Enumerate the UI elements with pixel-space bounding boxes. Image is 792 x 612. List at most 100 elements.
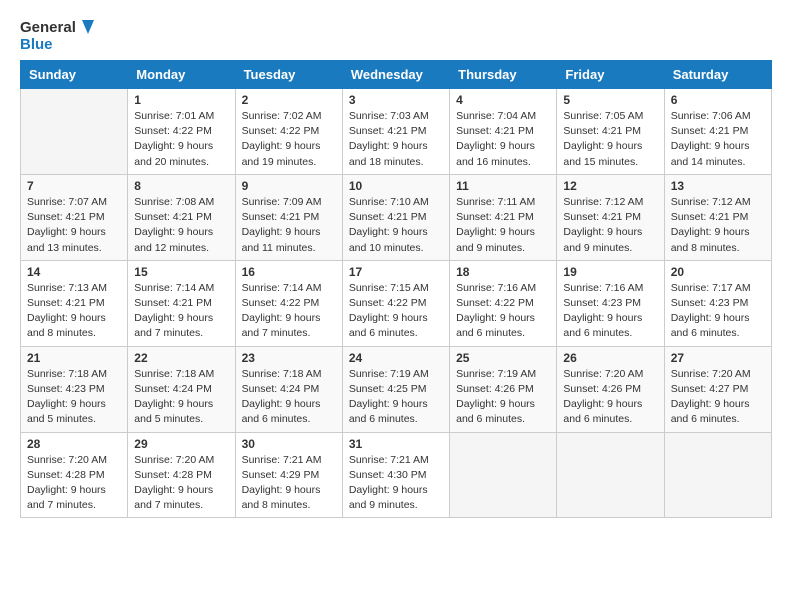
calendar-cell: 3Sunrise: 7:03 AMSunset: 4:21 PMDaylight… bbox=[342, 89, 449, 175]
daylight-text: Daylight: 9 hours bbox=[563, 312, 642, 324]
daylight-text: Daylight: 9 hours bbox=[27, 226, 106, 238]
daylight-text: and 8 minutes. bbox=[671, 242, 740, 254]
sunset-text: Sunset: 4:24 PM bbox=[242, 383, 320, 395]
sunrise-text: Sunrise: 7:19 AM bbox=[456, 368, 536, 380]
day-info: Sunrise: 7:12 AMSunset: 4:21 PMDaylight:… bbox=[671, 195, 765, 256]
logo: GeneralBlue bbox=[20, 16, 100, 52]
day-number: 21 bbox=[27, 351, 121, 365]
calendar-header-row: SundayMondayTuesdayWednesdayThursdayFrid… bbox=[21, 61, 772, 89]
day-info: Sunrise: 7:18 AMSunset: 4:23 PMDaylight:… bbox=[27, 367, 121, 428]
day-info: Sunrise: 7:03 AMSunset: 4:21 PMDaylight:… bbox=[349, 109, 443, 170]
sunset-text: Sunset: 4:21 PM bbox=[563, 125, 641, 137]
daylight-text: Daylight: 9 hours bbox=[134, 398, 213, 410]
calendar-week-row: 28Sunrise: 7:20 AMSunset: 4:28 PMDayligh… bbox=[21, 432, 772, 518]
day-info: Sunrise: 7:21 AM Sunset: 4:29 PM Daylight:… bbox=[242, 453, 336, 514]
day-number: 31 bbox=[349, 437, 443, 451]
day-number: 11 bbox=[456, 179, 550, 193]
page-header: GeneralBlue bbox=[20, 16, 772, 52]
daylight-text: and 8 minutes. bbox=[242, 499, 311, 511]
sunset-text: Sunset: 4:22 PM bbox=[242, 125, 320, 137]
daylight-text: Daylight: 9 hours bbox=[563, 398, 642, 410]
daylight-text: and 15 minutes. bbox=[563, 156, 638, 168]
daylight-text: and 14 minutes. bbox=[671, 156, 746, 168]
sunrise-text: Sunrise: 7:04 AM bbox=[456, 110, 536, 122]
day-number: 19 bbox=[563, 265, 657, 279]
day-info: Sunrise: 7:10 AMSunset: 4:21 PMDaylight:… bbox=[349, 195, 443, 256]
day-info: Sunrise: 7:20 AMSunset: 4:28 PMDaylight:… bbox=[134, 453, 228, 514]
daylight-text: and 7 minutes. bbox=[27, 499, 96, 511]
daylight-text: Daylight: 9 hours bbox=[456, 140, 535, 152]
day-number: 23 bbox=[242, 351, 336, 365]
calendar-cell: 31 Sunrise: 7:21 AMSunset: 4:30 PMDayligh… bbox=[342, 432, 449, 518]
weekday-header: Tuesday bbox=[235, 61, 342, 89]
sunrise-text: Sunrise: 7:10 AM bbox=[349, 196, 429, 208]
daylight-text: Daylight: 9 hours bbox=[349, 312, 428, 324]
day-number: 15 bbox=[134, 265, 228, 279]
weekday-header: Saturday bbox=[664, 61, 771, 89]
sunrise-text: Sunrise: 7:20 AM bbox=[27, 454, 107, 466]
sunrise-text: Sunrise: 7:09 AM bbox=[242, 196, 322, 208]
sunset-text: Sunset: 4:21 PM bbox=[456, 211, 534, 223]
daylight-text: and 19 minutes. bbox=[242, 156, 317, 168]
daylight-text: and 8 minutes. bbox=[27, 327, 96, 339]
sunset-text: Sunset: 4:23 PM bbox=[563, 297, 641, 309]
calendar-cell: 22Sunrise: 7:18 AMSunset: 4:24 PMDayligh… bbox=[128, 346, 235, 432]
day-number: 22 bbox=[134, 351, 228, 365]
calendar-cell: 20Sunrise: 7:17 AMSunset: 4:23 PMDayligh… bbox=[664, 260, 771, 346]
calendar-cell: 19Sunrise: 7:16 AMSunset: 4:23 PMDayligh… bbox=[557, 260, 664, 346]
daylight-text: and 5 minutes. bbox=[27, 413, 96, 425]
day-info: Sunrise: 7:01 AMSunset: 4:22 PMDaylight:… bbox=[134, 109, 228, 170]
sunset-text: Sunset: 4:29 PM bbox=[242, 469, 320, 481]
daylight-text: and 7 minutes. bbox=[134, 327, 203, 339]
day-info: Sunrise: 7:21 AMSunset: 4:30 PMDaylight:… bbox=[349, 453, 443, 514]
daylight-text: and 6 minutes. bbox=[456, 327, 525, 339]
daylight-text: and 6 minutes. bbox=[563, 413, 632, 425]
svg-text:General: General bbox=[20, 19, 76, 36]
day-info: Sunrise: 7:19 AMSunset: 4:25 PMDaylight:… bbox=[349, 367, 443, 428]
calendar-week-row: 21 Sunrise: 7:18 AMSunset: 4:23 PMDayligh… bbox=[21, 346, 772, 432]
day-number: 12 bbox=[563, 179, 657, 193]
daylight-text: Daylight: 9 hours bbox=[242, 140, 321, 152]
daylight-text: Daylight: 9 hours bbox=[456, 312, 535, 324]
day-info: Sunrise: 7:09 AMSunset: 4:21 PMDaylight:… bbox=[242, 195, 336, 256]
day-number: 30 bbox=[242, 437, 336, 451]
daylight-text: Daylight: 9 hours bbox=[456, 226, 535, 238]
sunrise-text: Sunrise: 7:06 AM bbox=[671, 110, 751, 122]
day-info: Sunrise: 7:11 AM Sunset: 4:21 PM Daylight:… bbox=[456, 195, 550, 256]
daylight-text: Daylight: 9 hours bbox=[349, 398, 428, 410]
sunset-text: Sunset: 4:27 PM bbox=[671, 383, 749, 395]
calendar-cell: 16Sunrise: 7:14 AMSunset: 4:22 PMDayligh… bbox=[235, 260, 342, 346]
sunrise-text: Sunrise: 7:03 AM bbox=[349, 110, 429, 122]
sunrise-text: Sunrise: 7:11 AM bbox=[456, 196, 535, 208]
calendar-cell: 15Sunrise: 7:14 AMSunset: 4:21 PMDayligh… bbox=[128, 260, 235, 346]
sunrise-text: Sunrise: 7:20 AM bbox=[134, 454, 214, 466]
calendar-cell: 18Sunrise: 7:16 AMSunset: 4:22 PMDayligh… bbox=[450, 260, 557, 346]
calendar-cell bbox=[557, 432, 664, 518]
sunset-text: Sunset: 4:24 PM bbox=[134, 383, 212, 395]
day-number: 7 bbox=[27, 179, 121, 193]
calendar-cell: 28Sunrise: 7:20 AMSunset: 4:28 PMDayligh… bbox=[21, 432, 128, 518]
calendar-cell: 5Sunrise: 7:05 AMSunset: 4:21 PMDaylight… bbox=[557, 89, 664, 175]
sunrise-text: Sunrise: 7:20 AM bbox=[563, 368, 643, 380]
daylight-text: and 6 minutes. bbox=[456, 413, 525, 425]
daylight-text: and 13 minutes. bbox=[27, 242, 102, 254]
sunrise-text: Sunrise: 7:18 AM bbox=[242, 368, 322, 380]
sunrise-text: Sunrise: 7:12 AM bbox=[563, 196, 643, 208]
day-number: 17 bbox=[349, 265, 443, 279]
sunrise-text: Sunrise: 7:20 AM bbox=[671, 368, 751, 380]
sunset-text: Sunset: 4:30 PM bbox=[349, 469, 427, 481]
day-info: Sunrise: 7:02 AMSunset: 4:22 PMDaylight:… bbox=[242, 109, 336, 170]
day-number: 29 bbox=[134, 437, 228, 451]
sunrise-text: Sunrise: 7:21 AM bbox=[242, 454, 322, 466]
day-number: 25 bbox=[456, 351, 550, 365]
calendar-cell: 26Sunrise: 7:20 AMSunset: 4:26 PMDayligh… bbox=[557, 346, 664, 432]
day-number: 13 bbox=[671, 179, 765, 193]
daylight-text: and 7 minutes. bbox=[242, 327, 311, 339]
day-number: 2 bbox=[242, 93, 336, 107]
daylight-text: Daylight: 9 hours bbox=[349, 140, 428, 152]
day-info: Sunrise: 7:08 AMSunset: 4:21 PMDaylight:… bbox=[134, 195, 228, 256]
daylight-text: Daylight: 9 hours bbox=[242, 484, 321, 496]
calendar-cell: 7Sunrise: 7:07 AMSunset: 4:21 PMDaylight… bbox=[21, 174, 128, 260]
day-info: Sunrise: 7:06 AMSunset: 4:21 PMDaylight:… bbox=[671, 109, 765, 170]
day-info: Sunrise: 7:13 AMSunset: 4:21 PMDaylight:… bbox=[27, 281, 121, 342]
